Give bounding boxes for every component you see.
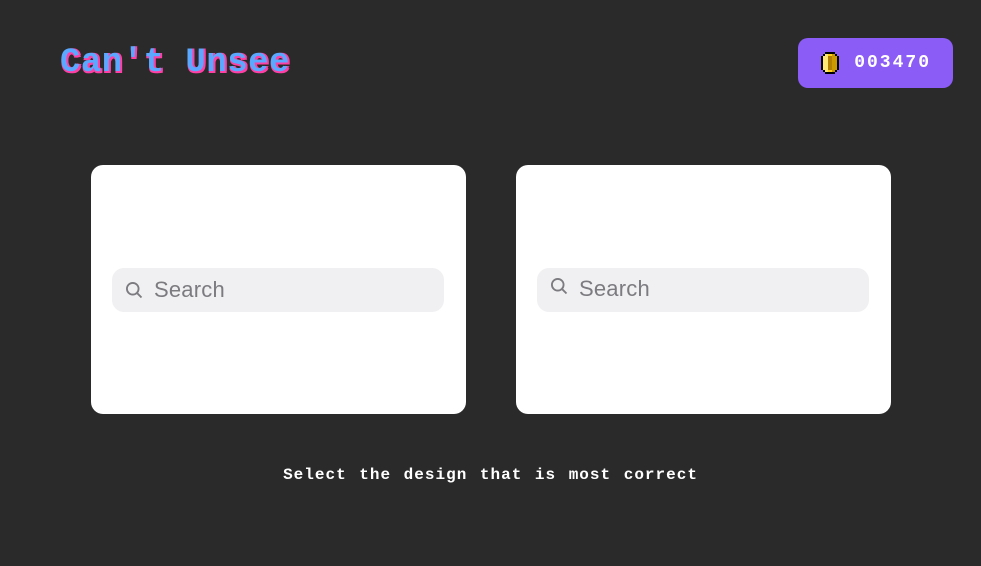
search-placeholder: Search	[579, 276, 650, 302]
search-icon	[549, 276, 569, 296]
option-card-left[interactable]: Search	[91, 165, 466, 414]
search-placeholder: Search	[154, 277, 225, 303]
search-bar-right: Search	[537, 268, 869, 312]
option-card-right[interactable]: Search	[516, 165, 891, 414]
logo[interactable]: Can't Unsee	[60, 44, 290, 82]
search-bar-left: Search	[112, 268, 444, 312]
coin-icon	[820, 52, 840, 74]
score-value: 003470	[854, 53, 931, 73]
instruction-text: Select the design that is most correct	[0, 466, 981, 484]
search-icon	[124, 280, 144, 300]
score-pill: 003470	[798, 38, 953, 88]
